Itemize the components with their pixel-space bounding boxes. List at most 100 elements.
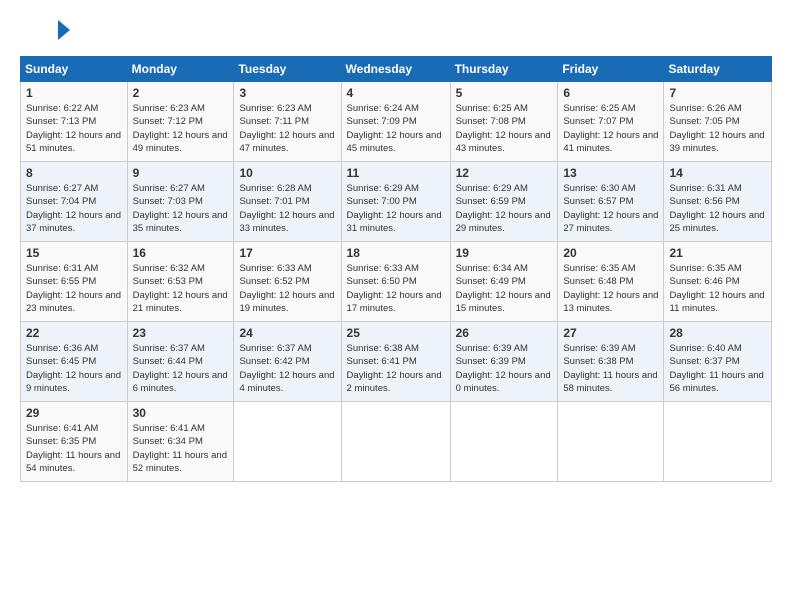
day-info: Sunrise: 6:36 AMSunset: 6:45 PMDaylight:… bbox=[26, 342, 122, 395]
day-number: 4 bbox=[347, 86, 445, 100]
calendar-cell: 7 Sunrise: 6:26 AMSunset: 7:05 PMDaylight… bbox=[664, 82, 772, 162]
calendar-cell: 3 Sunrise: 6:23 AMSunset: 7:11 PMDaylight… bbox=[234, 82, 341, 162]
day-info: Sunrise: 6:38 AMSunset: 6:41 PMDaylight:… bbox=[347, 342, 445, 395]
day-number: 11 bbox=[347, 166, 445, 180]
calendar-table: SundayMondayTuesdayWednesdayThursdayFrid… bbox=[20, 56, 772, 482]
day-number: 23 bbox=[133, 326, 229, 340]
day-number: 14 bbox=[669, 166, 766, 180]
day-info: Sunrise: 6:27 AMSunset: 7:04 PMDaylight:… bbox=[26, 182, 122, 235]
day-number: 24 bbox=[239, 326, 335, 340]
day-info: Sunrise: 6:31 AMSunset: 6:55 PMDaylight:… bbox=[26, 262, 122, 315]
day-info: Sunrise: 6:29 AMSunset: 6:59 PMDaylight:… bbox=[456, 182, 553, 235]
day-info: Sunrise: 6:33 AMSunset: 6:50 PMDaylight:… bbox=[347, 262, 445, 315]
day-info: Sunrise: 6:35 AMSunset: 6:46 PMDaylight:… bbox=[669, 262, 766, 315]
day-number: 1 bbox=[26, 86, 122, 100]
weekday-header-tuesday: Tuesday bbox=[234, 57, 341, 82]
day-number: 19 bbox=[456, 246, 553, 260]
weekday-header-wednesday: Wednesday bbox=[341, 57, 450, 82]
day-number: 13 bbox=[563, 166, 658, 180]
calendar-cell: 26 Sunrise: 6:39 AMSunset: 6:39 PMDayligh… bbox=[450, 322, 558, 402]
day-number: 30 bbox=[133, 406, 229, 420]
day-info: Sunrise: 6:41 AMSunset: 6:35 PMDaylight:… bbox=[26, 422, 122, 475]
calendar-cell: 18 Sunrise: 6:33 AMSunset: 6:50 PMDayligh… bbox=[341, 242, 450, 322]
calendar-cell: 16Sunrise: 6:32 AMSunset: 6:53 PMDayligh… bbox=[127, 242, 234, 322]
calendar-cell: 10 Sunrise: 6:28 AMSunset: 7:01 PMDayligh… bbox=[234, 162, 341, 242]
day-info: Sunrise: 6:35 AMSunset: 6:48 PMDaylight:… bbox=[563, 262, 658, 315]
calendar-cell bbox=[450, 402, 558, 482]
calendar-cell: 29 Sunrise: 6:41 AMSunset: 6:35 PMDayligh… bbox=[21, 402, 128, 482]
calendar-cell: 11 Sunrise: 6:29 AMSunset: 7:00 PMDayligh… bbox=[341, 162, 450, 242]
day-info: Sunrise: 6:39 AMSunset: 6:39 PMDaylight:… bbox=[456, 342, 553, 395]
weekday-header-sunday: Sunday bbox=[21, 57, 128, 82]
day-info: Sunrise: 6:25 AMSunset: 7:07 PMDaylight:… bbox=[563, 102, 658, 155]
day-number: 22 bbox=[26, 326, 122, 340]
calendar-cell: 4 Sunrise: 6:24 AMSunset: 7:09 PMDaylight… bbox=[341, 82, 450, 162]
calendar-cell: 1 Sunrise: 6:22 AMSunset: 7:13 PMDaylight… bbox=[21, 82, 128, 162]
day-number: 20 bbox=[563, 246, 658, 260]
day-number: 9 bbox=[133, 166, 229, 180]
calendar-cell: 23 Sunrise: 6:37 AMSunset: 6:44 PMDayligh… bbox=[127, 322, 234, 402]
logo-icon bbox=[20, 16, 70, 46]
calendar-cell: 2 Sunrise: 6:23 AMSunset: 7:12 PMDaylight… bbox=[127, 82, 234, 162]
day-info: Sunrise: 6:33 AMSunset: 6:52 PMDaylight:… bbox=[239, 262, 335, 315]
calendar-cell: 5Sunrise: 6:25 AMSunset: 7:08 PMDaylight… bbox=[450, 82, 558, 162]
calendar-cell: 9 Sunrise: 6:27 AMSunset: 7:03 PMDaylight… bbox=[127, 162, 234, 242]
day-info: Sunrise: 6:27 AMSunset: 7:03 PMDaylight:… bbox=[133, 182, 229, 235]
day-info: Sunrise: 6:40 AMSunset: 6:37 PMDaylight:… bbox=[669, 342, 766, 395]
calendar-cell bbox=[234, 402, 341, 482]
day-info: Sunrise: 6:28 AMSunset: 7:01 PMDaylight:… bbox=[239, 182, 335, 235]
calendar-cell: 25 Sunrise: 6:38 AMSunset: 6:41 PMDayligh… bbox=[341, 322, 450, 402]
day-number: 29 bbox=[26, 406, 122, 420]
calendar-cell: 20 Sunrise: 6:35 AMSunset: 6:48 PMDayligh… bbox=[558, 242, 664, 322]
calendar-cell: 24 Sunrise: 6:37 AMSunset: 6:42 PMDayligh… bbox=[234, 322, 341, 402]
calendar-cell: 30 Sunrise: 6:41 AMSunset: 6:34 PMDayligh… bbox=[127, 402, 234, 482]
day-info: Sunrise: 6:29 AMSunset: 7:00 PMDaylight:… bbox=[347, 182, 445, 235]
day-info: Sunrise: 6:37 AMSunset: 6:42 PMDaylight:… bbox=[239, 342, 335, 395]
day-number: 25 bbox=[347, 326, 445, 340]
calendar-cell bbox=[664, 402, 772, 482]
day-info: Sunrise: 6:30 AMSunset: 6:57 PMDaylight:… bbox=[563, 182, 658, 235]
logo bbox=[20, 16, 74, 46]
weekday-header-thursday: Thursday bbox=[450, 57, 558, 82]
calendar-cell bbox=[558, 402, 664, 482]
calendar-cell: 12 Sunrise: 6:29 AMSunset: 6:59 PMDayligh… bbox=[450, 162, 558, 242]
day-number: 8 bbox=[26, 166, 122, 180]
day-number: 21 bbox=[669, 246, 766, 260]
calendar-cell: 17 Sunrise: 6:33 AMSunset: 6:52 PMDayligh… bbox=[234, 242, 341, 322]
weekday-header-monday: Monday bbox=[127, 57, 234, 82]
day-number: 12 bbox=[456, 166, 553, 180]
day-info: Sunrise: 6:34 AMSunset: 6:49 PMDaylight:… bbox=[456, 262, 553, 315]
day-info: Sunrise: 6:41 AMSunset: 6:34 PMDaylight:… bbox=[133, 422, 229, 475]
day-number: 3 bbox=[239, 86, 335, 100]
day-number: 7 bbox=[669, 86, 766, 100]
day-number: 26 bbox=[456, 326, 553, 340]
calendar-cell: 15 Sunrise: 6:31 AMSunset: 6:55 PMDayligh… bbox=[21, 242, 128, 322]
calendar-cell: 8 Sunrise: 6:27 AMSunset: 7:04 PMDaylight… bbox=[21, 162, 128, 242]
day-info: Sunrise: 6:22 AMSunset: 7:13 PMDaylight:… bbox=[26, 102, 122, 155]
day-info: Sunrise: 6:25 AMSunset: 7:08 PMDaylight:… bbox=[456, 102, 553, 155]
calendar-cell: 19 Sunrise: 6:34 AMSunset: 6:49 PMDayligh… bbox=[450, 242, 558, 322]
day-number: 15 bbox=[26, 246, 122, 260]
day-number: 28 bbox=[669, 326, 766, 340]
day-number: 16 bbox=[133, 246, 229, 260]
day-info: Sunrise: 6:31 AMSunset: 6:56 PMDaylight:… bbox=[669, 182, 766, 235]
day-number: 10 bbox=[239, 166, 335, 180]
calendar-cell: 27Sunrise: 6:39 AMSunset: 6:38 PMDayligh… bbox=[558, 322, 664, 402]
day-info: Sunrise: 6:26 AMSunset: 7:05 PMDaylight:… bbox=[669, 102, 766, 155]
day-info: Sunrise: 6:37 AMSunset: 6:44 PMDaylight:… bbox=[133, 342, 229, 395]
calendar-cell: 13 Sunrise: 6:30 AMSunset: 6:57 PMDayligh… bbox=[558, 162, 664, 242]
day-info: Sunrise: 6:24 AMSunset: 7:09 PMDaylight:… bbox=[347, 102, 445, 155]
calendar-cell: 22 Sunrise: 6:36 AMSunset: 6:45 PMDayligh… bbox=[21, 322, 128, 402]
calendar-cell: 28 Sunrise: 6:40 AMSunset: 6:37 PMDayligh… bbox=[664, 322, 772, 402]
calendar-cell: 21 Sunrise: 6:35 AMSunset: 6:46 PMDayligh… bbox=[664, 242, 772, 322]
day-number: 2 bbox=[133, 86, 229, 100]
day-info: Sunrise: 6:23 AMSunset: 7:12 PMDaylight:… bbox=[133, 102, 229, 155]
header bbox=[20, 16, 772, 46]
day-info: Sunrise: 6:23 AMSunset: 7:11 PMDaylight:… bbox=[239, 102, 335, 155]
calendar-page: SundayMondayTuesdayWednesdayThursdayFrid… bbox=[0, 0, 792, 612]
calendar-cell: 6Sunrise: 6:25 AMSunset: 7:07 PMDaylight… bbox=[558, 82, 664, 162]
day-number: 17 bbox=[239, 246, 335, 260]
day-info: Sunrise: 6:39 AMSunset: 6:38 PMDaylight:… bbox=[563, 342, 658, 395]
day-number: 18 bbox=[347, 246, 445, 260]
weekday-header-saturday: Saturday bbox=[664, 57, 772, 82]
